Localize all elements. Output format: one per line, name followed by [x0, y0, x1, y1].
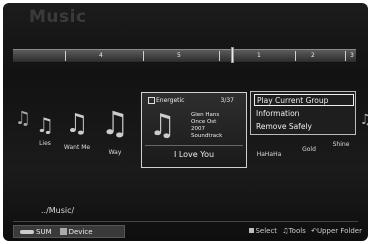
tools-label: Tools	[288, 227, 306, 235]
music-note-icon[interactable]: ♫	[29, 109, 61, 141]
source-selector[interactable]: SUM Device	[13, 225, 125, 238]
select-label: Select	[255, 227, 278, 235]
timeline-label: 4	[99, 52, 103, 59]
menu-item-information[interactable]: Information	[254, 108, 354, 120]
group-timeline[interactable]: 4 5 1 2 3	[13, 47, 356, 63]
timeline-tick	[65, 51, 66, 61]
tools-menu: Play Current Group Information Remove Sa…	[250, 91, 356, 135]
album-label: Shine	[332, 141, 350, 148]
music-note-icon[interactable]: ♫	[99, 107, 131, 139]
screen-title: Music	[29, 7, 87, 27]
divider	[13, 221, 358, 222]
menu-item-play-current-group[interactable]: Play Current Group	[254, 94, 354, 106]
timeline-label: 5	[177, 52, 181, 59]
music-screen: Music 4 5 1 2 3 ♫ ♫ Lies ♫ Want Me ♫ Way…	[3, 3, 368, 241]
select-button-icon	[249, 228, 255, 233]
music-note-icon[interactable]: ♫	[61, 108, 93, 140]
device-icon	[59, 228, 67, 235]
artist-name: Glen Hans	[191, 112, 220, 118]
timeline-tick	[143, 51, 144, 61]
album-label: HaHaHa	[256, 151, 282, 158]
menu-item-remove-safely[interactable]: Remove Safely	[254, 121, 354, 133]
selected-track-card[interactable]: Energetic 3/37 ♫ Glen Hans Once Ost 2007…	[141, 92, 247, 168]
timeline-cursor[interactable]	[231, 47, 234, 63]
release-year: 2007	[191, 126, 205, 132]
timeline-tick	[345, 51, 346, 61]
album-label: Way	[108, 149, 122, 156]
sum-label[interactable]: SUM	[36, 228, 52, 236]
button-guide: Select ♫Tools ↶Upper Folder	[249, 225, 362, 238]
device-label[interactable]: Device	[69, 228, 93, 236]
folder-path: ../Music/	[41, 206, 75, 215]
genre: Soundtrack	[191, 133, 223, 139]
timeline-label: 1	[257, 52, 261, 59]
mood-label: Energetic	[156, 97, 185, 104]
music-note-icon: ♫	[149, 108, 176, 143]
sum-icon	[20, 229, 34, 234]
track-count: 3/37	[220, 97, 234, 104]
upper-folder-label: Upper Folder	[316, 227, 362, 235]
timeline-label: 2	[311, 52, 315, 59]
mood-tag: Energetic	[148, 97, 184, 104]
timeline-tick	[219, 51, 220, 61]
album-name: Once Ost	[191, 119, 217, 125]
track-metadata: Glen Hans Once Ost 2007 Soundtrack	[191, 112, 222, 140]
track-title: I Love You	[173, 150, 215, 159]
checkbox-icon[interactable]	[148, 97, 155, 104]
divider	[145, 145, 243, 146]
timeline-tick	[295, 51, 296, 61]
timeline-label: 3	[350, 52, 354, 59]
album-label: Want Me	[63, 144, 91, 151]
